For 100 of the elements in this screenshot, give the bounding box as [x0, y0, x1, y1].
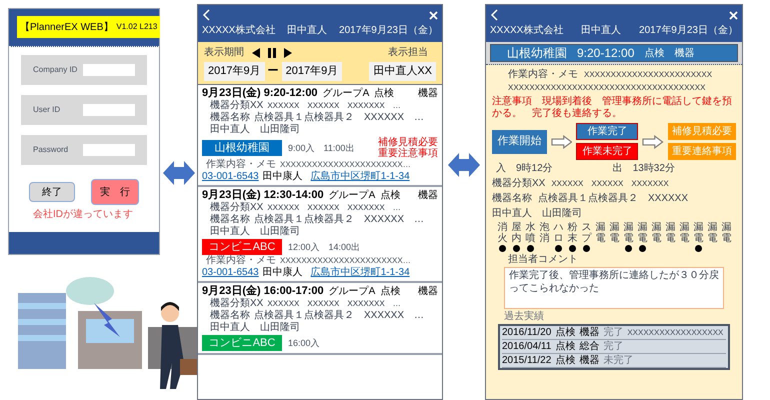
- result-button[interactable]: 作業完了: [576, 123, 638, 140]
- arrow-right-icon: [550, 134, 572, 148]
- alert-text: 重要注意事項: [378, 148, 438, 158]
- input-field[interactable]: [83, 64, 135, 76]
- close-icon[interactable]: [429, 10, 438, 20]
- check-column-label: 粉 末: [568, 222, 578, 244]
- history-date: 2015/11/22: [502, 354, 552, 367]
- memo-text: XXXXXXXXXXXXXXXXXXXXXXXX: [584, 69, 712, 81]
- version-text: V1.02 L213: [116, 21, 158, 33]
- site-name: 山根幼稚園: [507, 45, 567, 62]
- staff-names: 田中直人 山田隆司: [209, 322, 301, 334]
- history-status: 完了: [603, 326, 624, 339]
- job-category: 機器: [418, 286, 438, 298]
- history-note: XXXXXXXXXXXXXXXXXX: [627, 327, 724, 339]
- classification-label: 機器分類XX: [210, 298, 264, 310]
- address-link[interactable]: 広島市中区堺町1-1-34: [310, 266, 410, 278]
- range-separator: ー: [268, 64, 279, 79]
- company-name: XXXXX株式会社: [202, 24, 276, 38]
- job-type: 点検: [374, 88, 394, 100]
- check-in-time: 入 9時12分: [496, 162, 553, 176]
- arrival-times: 12:00入 14:00出: [288, 240, 360, 252]
- job-category: 機器: [418, 88, 438, 100]
- site-button[interactable]: コンビニABC: [202, 238, 282, 254]
- classification-text: XXXXXX XXXXXX XXXXXXX: [551, 178, 669, 190]
- previous-icon[interactable]: [252, 48, 260, 58]
- check-column-label: 屋 内: [512, 222, 522, 244]
- back-icon[interactable]: [202, 9, 210, 21]
- comment-field[interactable]: 作業完了後、管理事務所に連絡したが３０分戻ってこられなかった: [504, 267, 724, 309]
- check-column-label: 泡 消: [540, 222, 550, 244]
- memo-text: XXXXXXXXXXXXXXXXXXXXXXX…: [280, 158, 411, 170]
- check-column-label: 水 噴: [526, 222, 536, 244]
- history-label: 過去実績: [503, 310, 545, 324]
- action-button[interactable]: 実 行: [91, 179, 139, 205]
- period-label: 表示期間: [204, 46, 244, 60]
- field-label: User ID: [33, 104, 62, 116]
- check-column-label: 漏 電: [596, 222, 606, 244]
- pause-icon[interactable]: [268, 48, 276, 58]
- history-category: 総合: [579, 340, 600, 353]
- check-column-label: ス プ: [582, 222, 592, 244]
- memo-text: XXXXXXXXXXXXXXXXXXXXXXXXXXXXXXXXXXXXX: [507, 82, 706, 94]
- next-icon[interactable]: [284, 48, 292, 58]
- check-column-label: 漏 電: [652, 222, 662, 244]
- phone-link[interactable]: 03-001-6543: [202, 266, 259, 278]
- memo-text: XXXXXXXXXXXXXXXXXXXXXXX…: [280, 254, 411, 266]
- equipment-label: 機器名称: [210, 310, 250, 322]
- staff-label: 表示担当: [388, 46, 428, 60]
- staff-names: 田中直人 山田隆司: [492, 206, 583, 221]
- check-out-time: 出 13時32分: [612, 162, 675, 176]
- group-label: グループA: [322, 88, 370, 100]
- job-datetime: 9月23日(金) 12:30-14:00: [202, 188, 324, 200]
- history-type: 点検: [555, 354, 576, 367]
- current-date: 2017年9月23日（金）: [339, 24, 438, 38]
- contact-name: 田中康人: [262, 170, 303, 182]
- check-column-label: ハ ロ: [554, 222, 564, 244]
- check-column-label: 漏 電: [666, 222, 676, 244]
- double-arrow-icon: [448, 152, 480, 178]
- field-label: Company ID: [33, 64, 78, 76]
- field-label: Password: [33, 144, 70, 156]
- job-type: 点検: [380, 190, 400, 202]
- app-title: 【PlannerEX WEB】: [20, 20, 114, 34]
- error-message: 会社IDが違っています: [32, 208, 134, 222]
- address-link[interactable]: 広島市中区堺町1-1-34: [310, 170, 410, 182]
- group-label: グループA: [328, 190, 376, 202]
- equipment-text: 点検器具１点検器具２ XXXXXX …: [254, 112, 424, 124]
- staff-field[interactable]: 田中直人XX: [369, 62, 436, 80]
- comment-label: 担当者コメント: [507, 252, 579, 267]
- period-to-field[interactable]: 2017年9月: [282, 62, 342, 80]
- user-name: 田中直人: [581, 24, 622, 38]
- notice-text: 注意事項 現場到着後 管理事務所に電話して鍵を預かる。 完了後も連絡する。: [492, 96, 733, 120]
- company-name: XXXXX株式会社: [490, 24, 564, 38]
- user-name: 田中直人: [287, 24, 328, 38]
- classification-text: XXXXXX XXXXXX XXXXXXX …: [267, 100, 401, 112]
- input-field[interactable]: [83, 104, 135, 116]
- classification-label: 機器分類XX: [210, 100, 264, 112]
- arrival-times: 9:00入 11:00出: [288, 142, 354, 154]
- input-field[interactable]: [83, 144, 135, 156]
- equipment-text: 点検器具１点検器具２ XXXXXX …: [254, 214, 424, 226]
- group-label: グループA: [328, 286, 376, 298]
- check-column-label: 漏 電: [638, 222, 648, 244]
- phone-link[interactable]: 03-001-6543: [202, 170, 259, 182]
- current-date: 2017年9月23日（金）: [639, 24, 738, 38]
- equipment-label: 機器名称: [492, 192, 532, 206]
- double-arrow-icon: [163, 160, 195, 186]
- arrival-times: 16:00入: [288, 336, 320, 348]
- close-icon[interactable]: [729, 10, 738, 20]
- check-column-label: 漏 電: [624, 222, 634, 244]
- check-column-label: 漏 電: [708, 222, 718, 244]
- check-column-label: 漏 電: [722, 222, 732, 244]
- equipment-label: 機器名称: [210, 214, 250, 226]
- check-column-label: 漏 電: [694, 222, 704, 244]
- period-from-field[interactable]: 2017年9月: [204, 62, 265, 80]
- action-button[interactable]: 終了: [29, 182, 75, 202]
- equipment-label: 機器名称: [210, 112, 250, 124]
- back-icon[interactable]: [490, 9, 498, 21]
- equipment-text: 点検器具１点検器具２ XXXXXX …: [254, 310, 424, 322]
- result-button[interactable]: 作業未完了: [576, 143, 638, 160]
- job-datetime: 9月23日(金) 9:20-12:00: [202, 86, 318, 98]
- check-column-label: 消 火: [498, 222, 508, 244]
- site-button[interactable]: 山根幼稚園: [202, 140, 282, 156]
- start-button[interactable]: 作業開始: [492, 130, 547, 154]
